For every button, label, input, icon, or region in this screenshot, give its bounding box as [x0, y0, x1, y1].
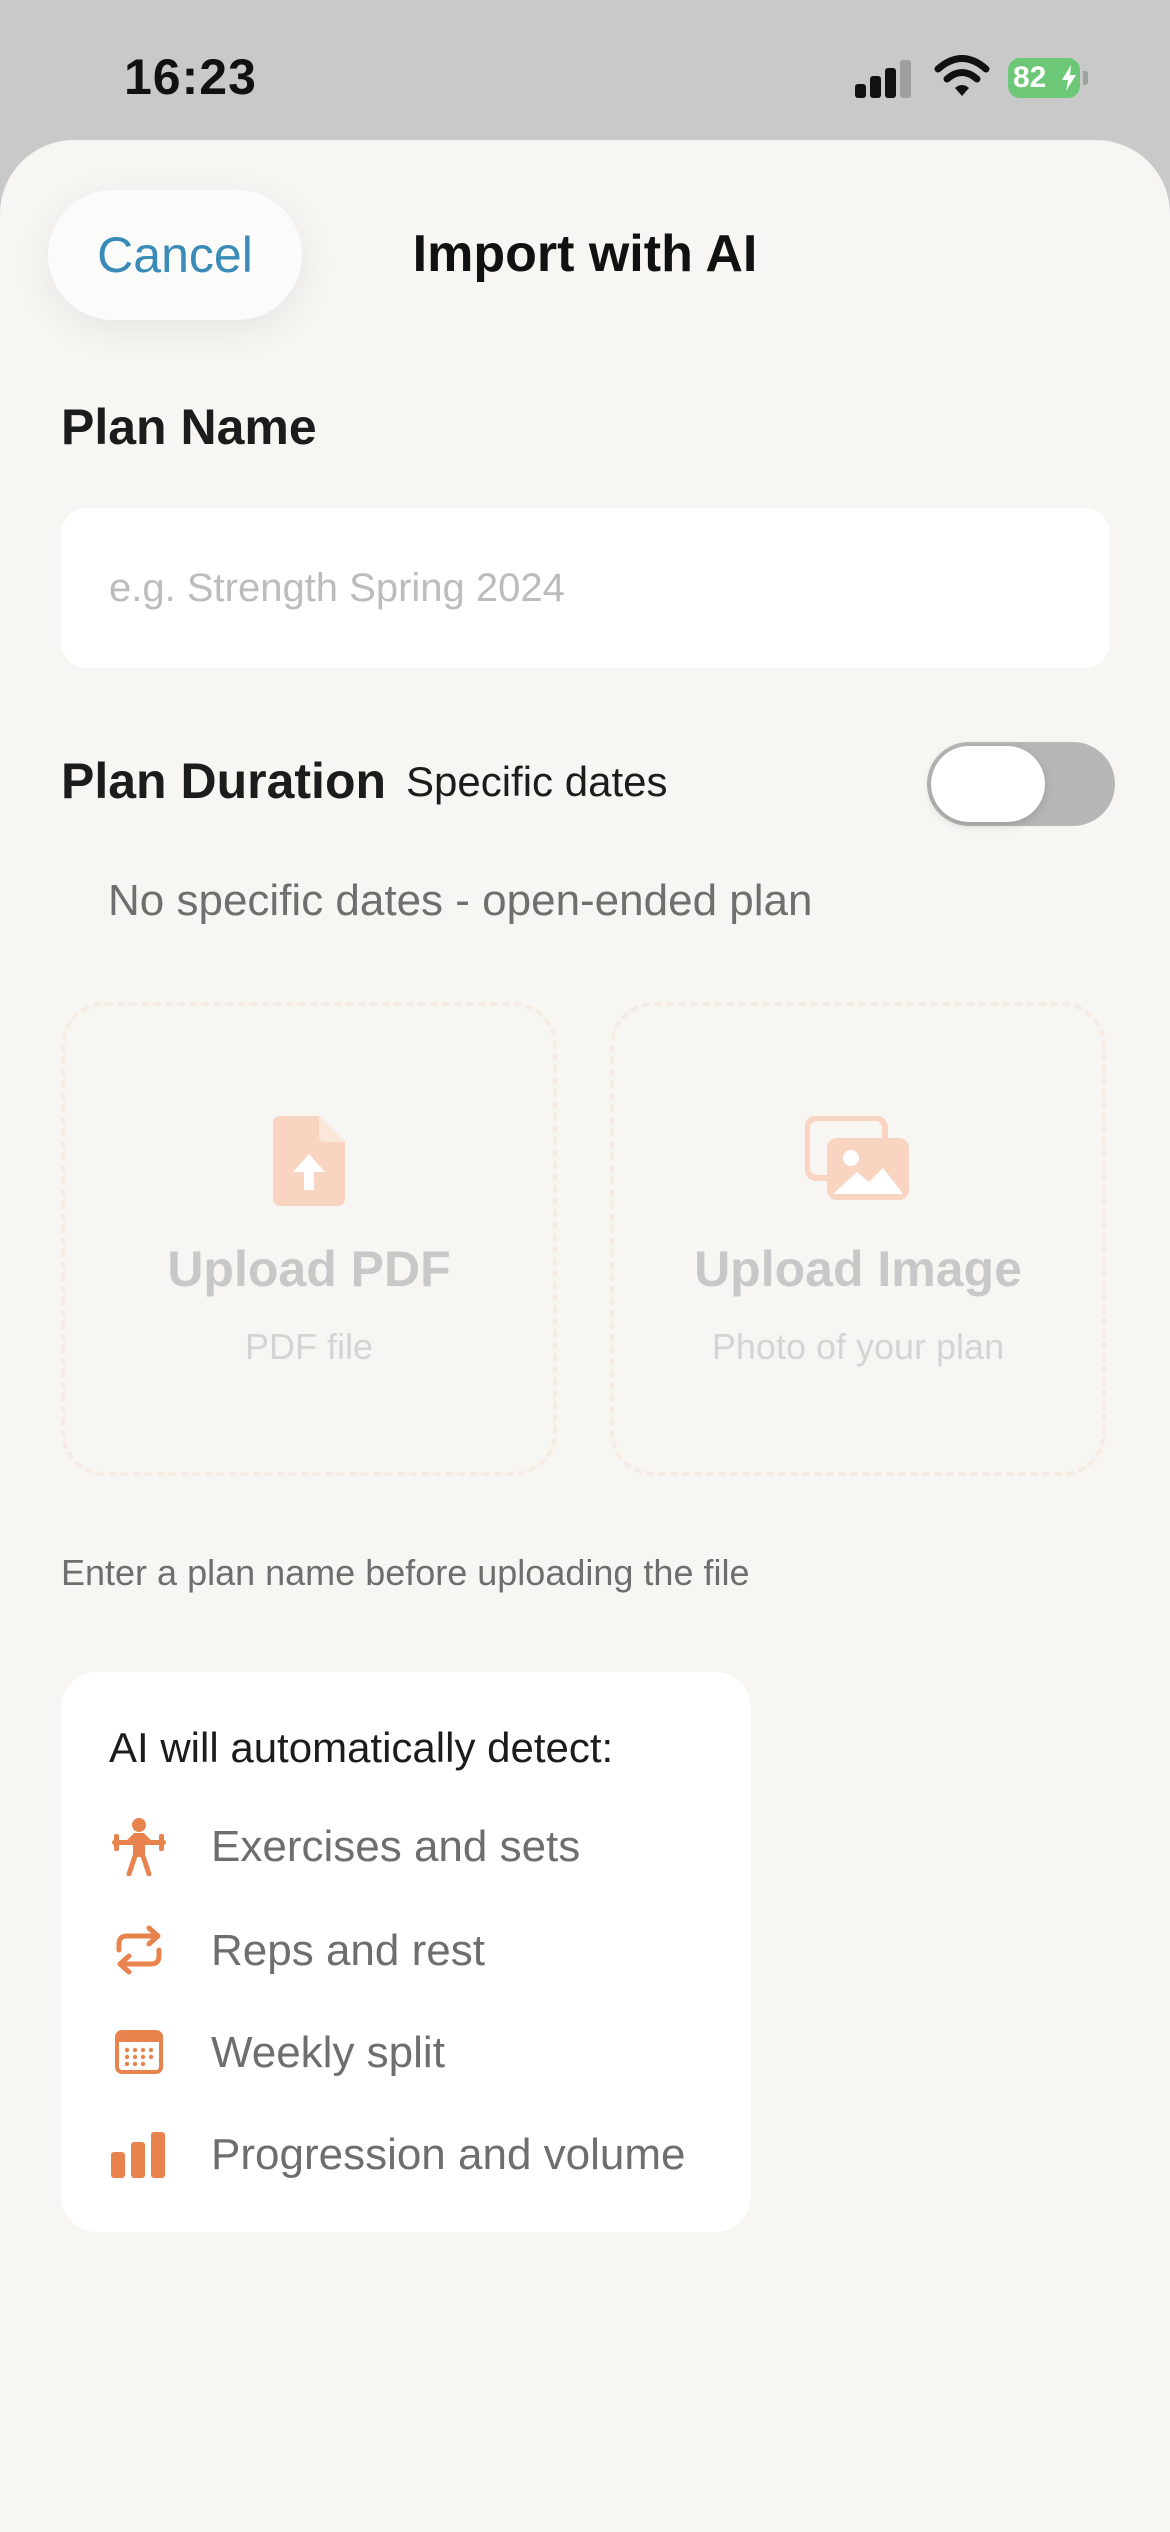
- pdf-upload-icon: [273, 1116, 345, 1206]
- detect-item-label: Exercises and sets: [211, 1822, 581, 1871]
- battery-charging-icon: 82: [1008, 58, 1088, 98]
- upload-image-subtitle: Photo of your plan: [711, 1326, 1005, 1367]
- ai-detect-title: AI will automatically detect:: [109, 1724, 614, 1771]
- detect-item-label: Reps and rest: [211, 1926, 485, 1975]
- image-gallery-icon: [805, 1116, 909, 1200]
- detect-item-label: Progression and volume: [211, 2130, 686, 2179]
- repeat-arrows-icon: [116, 1925, 162, 1975]
- duration-note: No specific dates - open-ended plan: [108, 876, 813, 925]
- cellular-signal-icon: [855, 58, 915, 98]
- status-bar: 16:23 82: [0, 0, 1170, 140]
- plan-name-label: Plan Name: [61, 399, 317, 455]
- import-sheet: Cancel Import with AI Plan Name Plan Dur…: [0, 140, 1170, 2532]
- bar-chart-icon: [111, 2132, 165, 2178]
- specific-dates-toggle[interactable]: [927, 742, 1115, 826]
- upload-image-button[interactable]: Upload Image Photo of your plan: [610, 1002, 1106, 1476]
- detect-item-label: Weekly split: [211, 2028, 445, 2077]
- battery-level: 82: [1013, 61, 1047, 94]
- ai-detect-card: AI will automatically detect: Exercises …: [61, 1672, 751, 2232]
- wifi-icon: [934, 55, 990, 96]
- page-title: Import with AI: [412, 225, 758, 283]
- toggle-knob: [931, 746, 1045, 822]
- upload-pdf-subtitle: PDF file: [244, 1326, 374, 1367]
- upload-pdf-title: Upload PDF: [167, 1241, 451, 1297]
- plan-name-input[interactable]: [61, 508, 1110, 668]
- upload-hint: Enter a plan name before uploading the f…: [61, 1552, 750, 1593]
- specific-dates-label: Specific dates: [406, 758, 668, 805]
- status-time: 16:23: [124, 49, 257, 105]
- calendar-icon: [115, 2030, 163, 2074]
- plan-duration-label: Plan Duration: [61, 753, 387, 809]
- upload-pdf-button[interactable]: Upload PDF PDF file: [61, 1002, 557, 1476]
- upload-image-title: Upload Image: [694, 1241, 1022, 1297]
- weightlifter-icon: [112, 1818, 166, 1876]
